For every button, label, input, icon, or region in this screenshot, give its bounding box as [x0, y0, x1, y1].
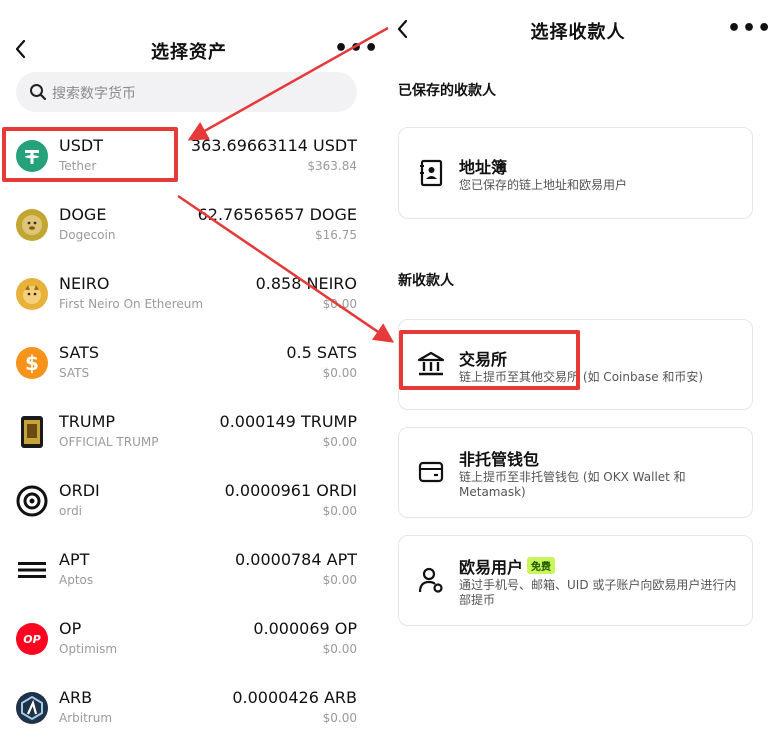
annotation-arrows [177, 26, 395, 343]
arrow-to-usdt [187, 26, 389, 141]
arrow-to-exchange [177, 194, 395, 343]
